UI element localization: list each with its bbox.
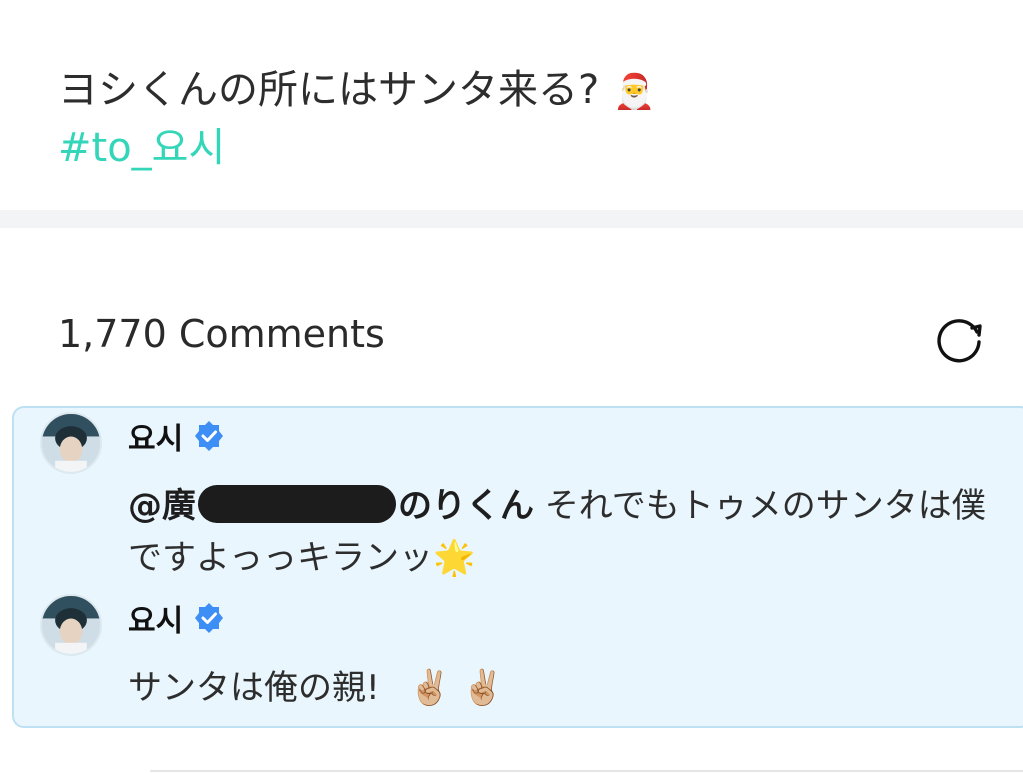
comments-count: 1,770 Comments — [58, 312, 385, 356]
author-row: 요시 — [128, 414, 225, 458]
author-name[interactable]: 요시 — [128, 414, 183, 458]
bottom-divider — [150, 770, 1023, 772]
peace-sign-emoji: ✌🏼 ✌🏼 — [408, 668, 504, 708]
avatar[interactable] — [40, 594, 102, 656]
author-name[interactable]: 요시 — [128, 596, 183, 640]
avatar[interactable] — [40, 412, 102, 474]
post-text: ヨシくんの所にはサンタ来る? 🎅 — [58, 62, 656, 120]
mention-prefix: @廣 — [128, 486, 196, 526]
comment-text: サンタは俺の親! ✌🏼 ✌🏼 — [128, 662, 1008, 714]
post-body: ヨシくんの所にはサンタ来る? 🎅 #to_요시 — [58, 62, 656, 176]
redaction-bar — [198, 485, 396, 523]
comment-body: サンタは俺の親! — [128, 668, 380, 708]
refresh-icon[interactable] — [931, 310, 987, 366]
post-text-content: ヨシくんの所にはサンタ来る? — [58, 67, 600, 113]
comments-header: 1,770 Comments — [58, 306, 993, 366]
section-divider — [0, 210, 1023, 228]
verified-badge-icon — [195, 421, 224, 451]
verified-badge-icon — [195, 603, 224, 633]
comment-thread: 요시 @廣 のりくん それでもトゥメのサンタは僕ですよっっキランッ🌟 요시 サン… — [12, 406, 1023, 728]
santa-emoji: 🎅 — [613, 72, 656, 112]
mention-suffix: のりくん — [398, 486, 534, 526]
comment-text: @廣 のりくん それでもトゥメのサンタは僕ですよっっキランッ🌟 — [128, 480, 1008, 584]
hashtag-link[interactable]: #to_요시 — [58, 120, 656, 176]
author-row: 요시 — [128, 596, 225, 640]
star-emoji: 🌟 — [432, 538, 476, 578]
mention-link[interactable]: @廣 のりくん — [128, 485, 534, 526]
